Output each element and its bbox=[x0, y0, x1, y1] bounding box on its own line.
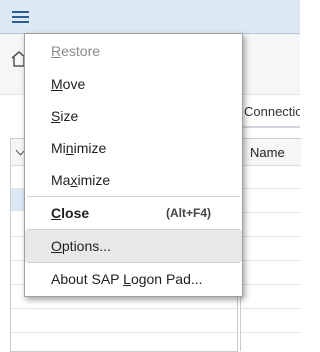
menu-item-about[interactable]: About SAP Logon Pad... bbox=[25, 263, 242, 295]
row-divider bbox=[11, 332, 237, 333]
tab-underline bbox=[240, 126, 300, 128]
menu-item-label: Maximize bbox=[51, 172, 111, 188]
menu-item-label: Move bbox=[51, 76, 86, 92]
menu-item-maximize[interactable]: Maximize bbox=[25, 164, 242, 196]
list-header: Name bbox=[241, 139, 301, 166]
column-header-name[interactable]: Name bbox=[250, 145, 285, 160]
tab-connections[interactable]: Connectio bbox=[244, 104, 300, 119]
menu-item-minimize[interactable]: Minimize bbox=[25, 132, 242, 164]
menu-item-label: Restore bbox=[51, 43, 101, 59]
selected-tree-row[interactable] bbox=[11, 188, 25, 210]
row-divider bbox=[241, 308, 301, 309]
row-divider bbox=[241, 260, 301, 261]
menu-item-label: About SAP Logon Pad... bbox=[51, 271, 203, 287]
row-divider bbox=[241, 212, 301, 213]
row-divider bbox=[241, 284, 301, 285]
row-divider bbox=[241, 332, 301, 333]
menu-item-move[interactable]: Move bbox=[25, 68, 242, 100]
menu-item-restore[interactable]: Restore bbox=[25, 35, 242, 67]
system-menu: Restore Move Size Minimize Maximize Clos… bbox=[24, 33, 243, 297]
menu-item-label: Minimize bbox=[51, 140, 107, 156]
menu-item-size[interactable]: Size bbox=[25, 100, 242, 132]
row-divider bbox=[241, 236, 301, 237]
menu-item-label: Options... bbox=[51, 238, 111, 254]
menu-item-shortcut: (Alt+F4) bbox=[166, 206, 211, 220]
menu-item-label: Close bbox=[51, 205, 90, 221]
row-divider bbox=[241, 188, 301, 189]
menu-item-close[interactable]: Close (Alt+F4) bbox=[25, 197, 242, 229]
title-bar bbox=[0, 0, 300, 34]
menu-item-label: Size bbox=[51, 108, 79, 124]
menu-item-options[interactable]: Options... bbox=[25, 230, 242, 262]
connections-list: Name bbox=[240, 138, 301, 351]
hamburger-menu-icon[interactable] bbox=[10, 8, 32, 26]
row-divider bbox=[11, 308, 237, 309]
